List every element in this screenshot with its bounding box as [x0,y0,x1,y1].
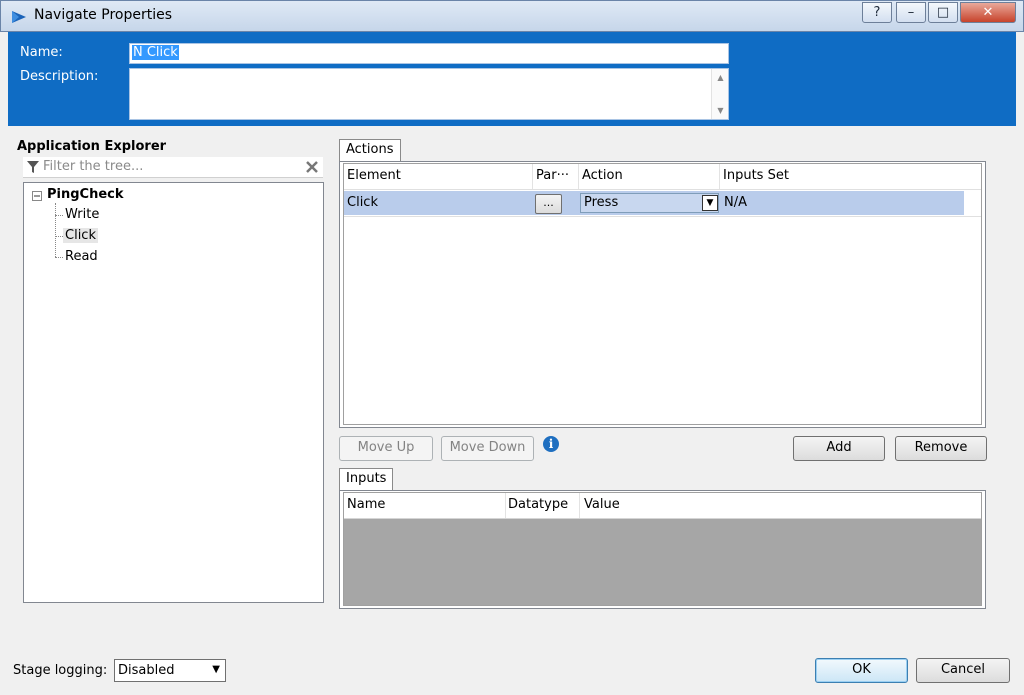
inputs-grid[interactable]: Name Datatype Value [343,492,982,606]
title-bar[interactable]: Navigate Properties ? – □ ✕ [0,0,1024,32]
header-divider [344,189,981,190]
scroll-down-icon[interactable]: ▼ [712,106,729,115]
inputs-panel: Name Datatype Value [339,490,986,609]
description-label: Description: [20,69,99,84]
app-logo-icon [12,11,26,23]
action-dropdown-value: Press [584,195,619,210]
col-inputs-set[interactable]: Inputs Set [723,168,789,183]
description-field[interactable]: ▲ ▼ [129,68,729,120]
col-name[interactable]: Name [347,497,385,512]
inputs-header: Name Datatype Value [344,493,981,519]
actions-grid[interactable]: Element Par··· Action Inputs Set Click .… [343,163,982,425]
add-button[interactable]: Add [793,436,885,461]
info-icon[interactable]: i [543,436,559,452]
cancel-button[interactable]: Cancel [916,658,1010,683]
scroll-up-icon[interactable]: ▲ [712,73,729,82]
application-tree[interactable]: PingCheck Write Click Read [23,182,324,603]
ok-button[interactable]: OK [815,658,908,683]
column-divider[interactable] [578,164,579,189]
move-down-button[interactable]: Move Down [441,436,534,461]
name-label: Name: [20,45,63,60]
minimize-button[interactable]: – [896,2,926,23]
tree-connector [55,236,63,237]
help-button[interactable]: ? [862,2,892,23]
filter-input[interactable]: Filter the tree... [23,157,323,178]
remove-button[interactable]: Remove [895,436,987,461]
stage-logging-dropdown[interactable]: Disabled ▼ [114,659,226,682]
column-divider[interactable] [719,164,720,189]
column-divider[interactable] [505,493,506,518]
actions-panel: Element Par··· Action Inputs Set Click .… [339,161,986,428]
col-value[interactable]: Value [584,497,620,512]
col-datatype[interactable]: Datatype [508,497,568,512]
col-element[interactable]: Element [347,168,401,183]
tab-actions[interactable]: Actions [339,139,401,162]
params-button[interactable]: ... [535,194,562,214]
move-up-button[interactable]: Move Up [339,436,433,461]
tree-connector [55,215,63,216]
name-field[interactable]: N Click [129,43,729,64]
close-button[interactable]: ✕ [960,2,1016,23]
column-divider[interactable] [579,493,580,518]
stage-logging-value: Disabled [118,663,175,678]
collapse-icon[interactable] [32,191,42,201]
tree-connector [55,257,63,258]
tree-item-write[interactable]: Write [65,207,99,222]
name-field-value: N Click [132,45,179,60]
col-params[interactable]: Par··· [536,168,569,183]
tab-inputs[interactable]: Inputs [339,468,394,491]
filter-icon [27,161,39,173]
clear-filter-icon[interactable] [305,160,319,174]
tree-root-pingcheck[interactable]: PingCheck [47,187,124,202]
row-element: Click [347,195,378,210]
col-action[interactable]: Action [582,168,623,183]
action-dropdown[interactable]: Press ▼ [580,193,719,213]
explorer-title: Application Explorer [17,139,167,154]
row-divider [344,216,981,217]
tree-item-click[interactable]: Click [63,228,98,243]
stage-logging-label: Stage logging: [13,663,108,678]
maximize-button[interactable]: □ [928,2,958,23]
column-divider[interactable] [532,164,533,189]
chevron-down-icon[interactable]: ▼ [702,195,718,211]
window-title: Navigate Properties [34,7,172,23]
table-row[interactable]: Click ... Press ▼ N/A [344,191,964,215]
description-scrollbar[interactable]: ▲ ▼ [711,69,728,119]
row-inputs-set: N/A [724,195,747,210]
tree-item-read[interactable]: Read [65,249,98,264]
filter-placeholder: Filter the tree... [43,159,144,174]
chevron-down-icon[interactable]: ▼ [212,664,220,675]
tree-connector [55,203,56,257]
